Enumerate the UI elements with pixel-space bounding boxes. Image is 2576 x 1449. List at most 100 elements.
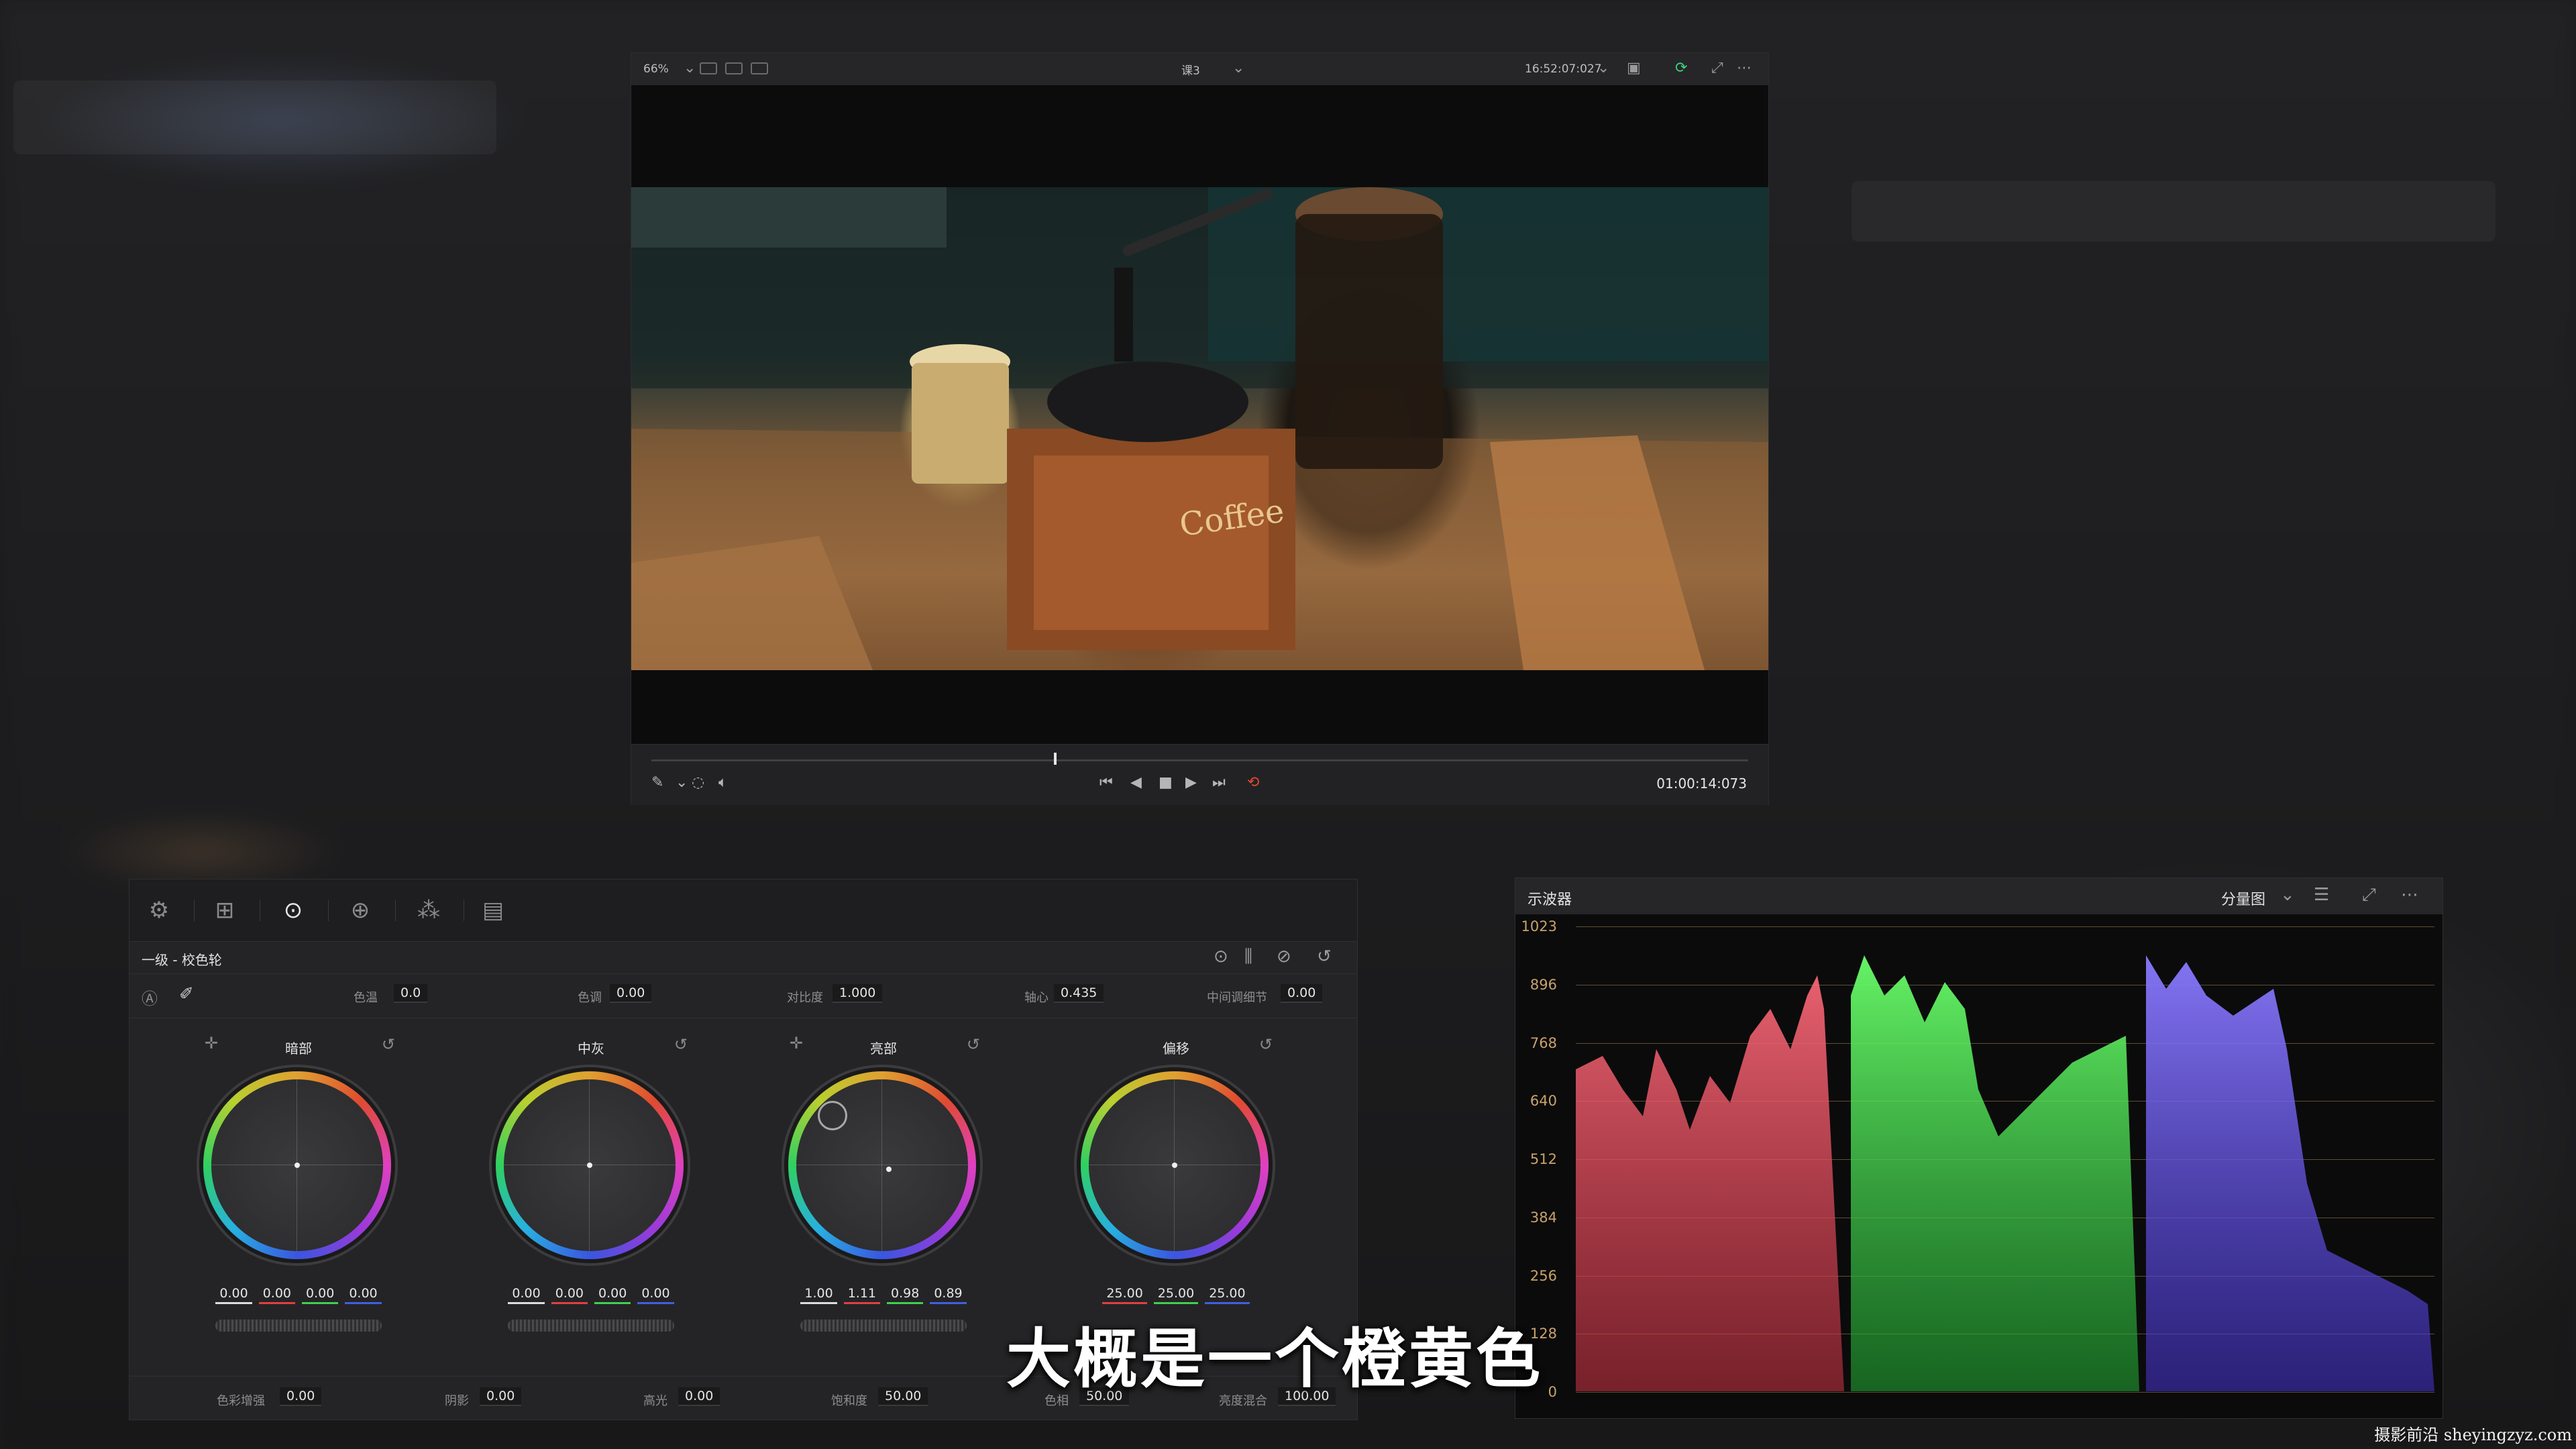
scope-gridline <box>1576 1392 2434 1393</box>
value-r[interactable]: 1.11 <box>843 1285 880 1304</box>
scope-header: 示波器 分量图 ⌄ ☰ ⤢ ⋯ <box>1515 878 2443 914</box>
scope-scale-label: 640 <box>1529 1093 1557 1110</box>
viewer-toolbar: 66% ⌄ 课3 ⌄ 16:52:07:027 ⌄ ▣ ⟳ ⤢ ⋯ <box>631 53 1768 85</box>
wheel-values: 1.00 1.11 0.98 0.89 <box>749 1285 1018 1304</box>
midtone-detail-value[interactable]: 0.00 <box>1281 984 1323 1003</box>
monitor-icon[interactable]: ▣ <box>1627 60 1641 76</box>
wheel-reset-icon[interactable]: ↺ <box>674 1035 688 1054</box>
wheel-values: 0.00 0.00 0.00 0.00 <box>164 1285 433 1304</box>
clip-dropdown-icon[interactable]: ⌄ <box>1232 60 1244 76</box>
wheel-block-gamma: 中灰 ↺ 0.00 0.00 0.00 0.00 <box>457 1032 725 1334</box>
zoom-dropdown[interactable]: 66% <box>643 62 669 76</box>
scrub-bar[interactable] <box>651 759 1748 761</box>
scope-more-icon[interactable]: ⋯ <box>2401 885 2418 905</box>
log-mode-icon[interactable]: ⊘ <box>1277 947 1291 967</box>
param-label: 色调 <box>578 991 602 1005</box>
play-reverse-icon[interactable]: ◀ <box>1130 774 1142 791</box>
lift-wheel[interactable] <box>203 1071 391 1259</box>
scope-scale-label: 1023 <box>1521 918 1557 934</box>
rgb-mixer-icon[interactable]: ⁂ <box>414 896 443 925</box>
scope-scale-label: 896 <box>1529 976 1557 993</box>
scope-panel: 示波器 分量图 ⌄ ☰ ⤢ ⋯ 1023 896 768 640 512 384 256 12… <box>1515 877 2443 1419</box>
value-g[interactable]: 0.00 <box>594 1285 631 1304</box>
param-label: 阴影 <box>445 1394 469 1408</box>
reset-all-icon[interactable]: ↺ <box>1317 947 1332 967</box>
value-r[interactable]: 0.00 <box>258 1285 295 1304</box>
mode-chevron-icon[interactable]: ⌄ <box>2280 885 2295 905</box>
value-y[interactable]: 0.00 <box>508 1285 545 1304</box>
temp-value[interactable]: 0.0 <box>394 984 428 1003</box>
scope-expand-icon[interactable]: ⤢ <box>2362 885 2376 906</box>
bars-mode-icon[interactable]: ⫼ <box>1244 947 1252 967</box>
value-g[interactable]: 0.00 <box>302 1285 339 1304</box>
more-options-icon[interactable]: ⋯ <box>1737 60 1752 76</box>
highlights-value[interactable]: 0.00 <box>678 1387 720 1406</box>
playhead[interactable] <box>1054 753 1057 765</box>
contrast-value[interactable]: 1.000 <box>833 984 883 1003</box>
param-label: 对比度 <box>787 991 823 1005</box>
layout-compare-icon[interactable] <box>751 62 768 74</box>
value-b[interactable]: 0.00 <box>345 1285 382 1304</box>
motion-effects-icon[interactable]: ▤ <box>478 896 508 925</box>
color-boost-value[interactable]: 0.00 <box>280 1387 322 1406</box>
gain-wheel[interactable] <box>788 1071 976 1259</box>
tint-value[interactable]: 0.00 <box>610 984 652 1003</box>
wheels-mode-icon[interactable]: ⊙ <box>1214 947 1228 967</box>
loop-icon[interactable]: ⟲ <box>1247 774 1259 791</box>
picker-icon[interactable]: ✐ <box>179 984 194 1004</box>
camera-raw-icon[interactable]: ⚙ <box>144 896 174 925</box>
color-match-icon[interactable]: ⊞ <box>210 896 239 925</box>
skip-end-icon[interactable]: ⏭︎ <box>1212 774 1226 791</box>
scope-mode-dropdown[interactable]: 分量图 <box>2221 888 2265 909</box>
value-r[interactable]: 25.00 <box>1102 1285 1147 1304</box>
wheel-reset-icon[interactable]: ↺ <box>1259 1035 1273 1054</box>
param-label: 轴心 <box>1024 991 1049 1005</box>
wheel-puck[interactable] <box>294 1163 300 1168</box>
value-b[interactable]: 0.00 <box>637 1285 674 1304</box>
value-g[interactable]: 25.00 <box>1153 1285 1199 1304</box>
master-wheel-slider[interactable] <box>215 1320 382 1332</box>
hdr-wheels-icon[interactable]: ⊕ <box>345 896 375 925</box>
value-y[interactable]: 1.00 <box>800 1285 837 1304</box>
shadows-value[interactable]: 0.00 <box>480 1387 522 1406</box>
scope-settings-icon[interactable]: ☰ <box>2314 885 2329 905</box>
gamma-wheel[interactable] <box>496 1071 684 1259</box>
layout-single-icon[interactable] <box>700 62 717 74</box>
saturation-value[interactable]: 50.00 <box>878 1387 928 1406</box>
fullscreen-icon[interactable]: ⤢ <box>1711 60 1723 76</box>
watermark: 摄影前沿 sheyingzyz.com <box>2374 1426 2572 1444</box>
value-r[interactable]: 0.00 <box>551 1285 588 1304</box>
offset-wheel[interactable] <box>1081 1071 1269 1259</box>
stop-icon[interactable]: ■ <box>1159 774 1173 791</box>
volume-icon[interactable]: 🔈︎ <box>718 774 727 791</box>
color-wheels-icon[interactable]: ⊙ <box>278 896 308 925</box>
color-picker-icon[interactable]: ✎ <box>651 774 663 791</box>
separator <box>395 900 396 921</box>
wheel-reset-icon[interactable]: ↺ <box>967 1035 980 1054</box>
chevron-down-icon[interactable]: ⌄ <box>684 60 696 76</box>
value-g[interactable]: 0.98 <box>887 1285 924 1304</box>
color-toolbar: ⚙ ⊞ ⊙ ⊕ ⁂ ▤ <box>129 879 1357 942</box>
master-wheel-slider[interactable] <box>800 1320 967 1332</box>
mask-icon[interactable]: ◌ <box>692 774 704 791</box>
layout-split-icon[interactable] <box>725 62 743 74</box>
value-b[interactable]: 0.89 <box>930 1285 967 1304</box>
wheel-puck[interactable] <box>1172 1163 1177 1168</box>
value-y[interactable]: 0.00 <box>215 1285 252 1304</box>
timecode-dropdown-icon[interactable]: ⌄ <box>1597 60 1609 76</box>
pivot-value[interactable]: 0.435 <box>1054 984 1104 1003</box>
separator <box>194 900 195 921</box>
picker-dropdown-icon[interactable]: ⌄ <box>676 774 688 791</box>
skip-start-icon[interactable]: ⏮︎ <box>1099 774 1113 791</box>
play-icon[interactable]: ▶ <box>1185 774 1197 791</box>
wheel-puck[interactable] <box>886 1167 892 1172</box>
separator <box>328 900 329 921</box>
master-wheel-slider[interactable] <box>508 1320 674 1332</box>
value-b[interactable]: 25.00 <box>1205 1285 1250 1304</box>
wheel-reset-icon[interactable]: ↺ <box>382 1035 395 1054</box>
refresh-icon[interactable]: ⟳ <box>1675 60 1687 76</box>
auto-balance-icon[interactable]: Ⓐ <box>142 985 158 1009</box>
video-subtitle: 大概是一个橙黄色 <box>1006 1322 1543 1397</box>
coffee-grinder-scene: Coffee <box>631 187 1768 670</box>
wheel-puck[interactable] <box>587 1163 592 1168</box>
